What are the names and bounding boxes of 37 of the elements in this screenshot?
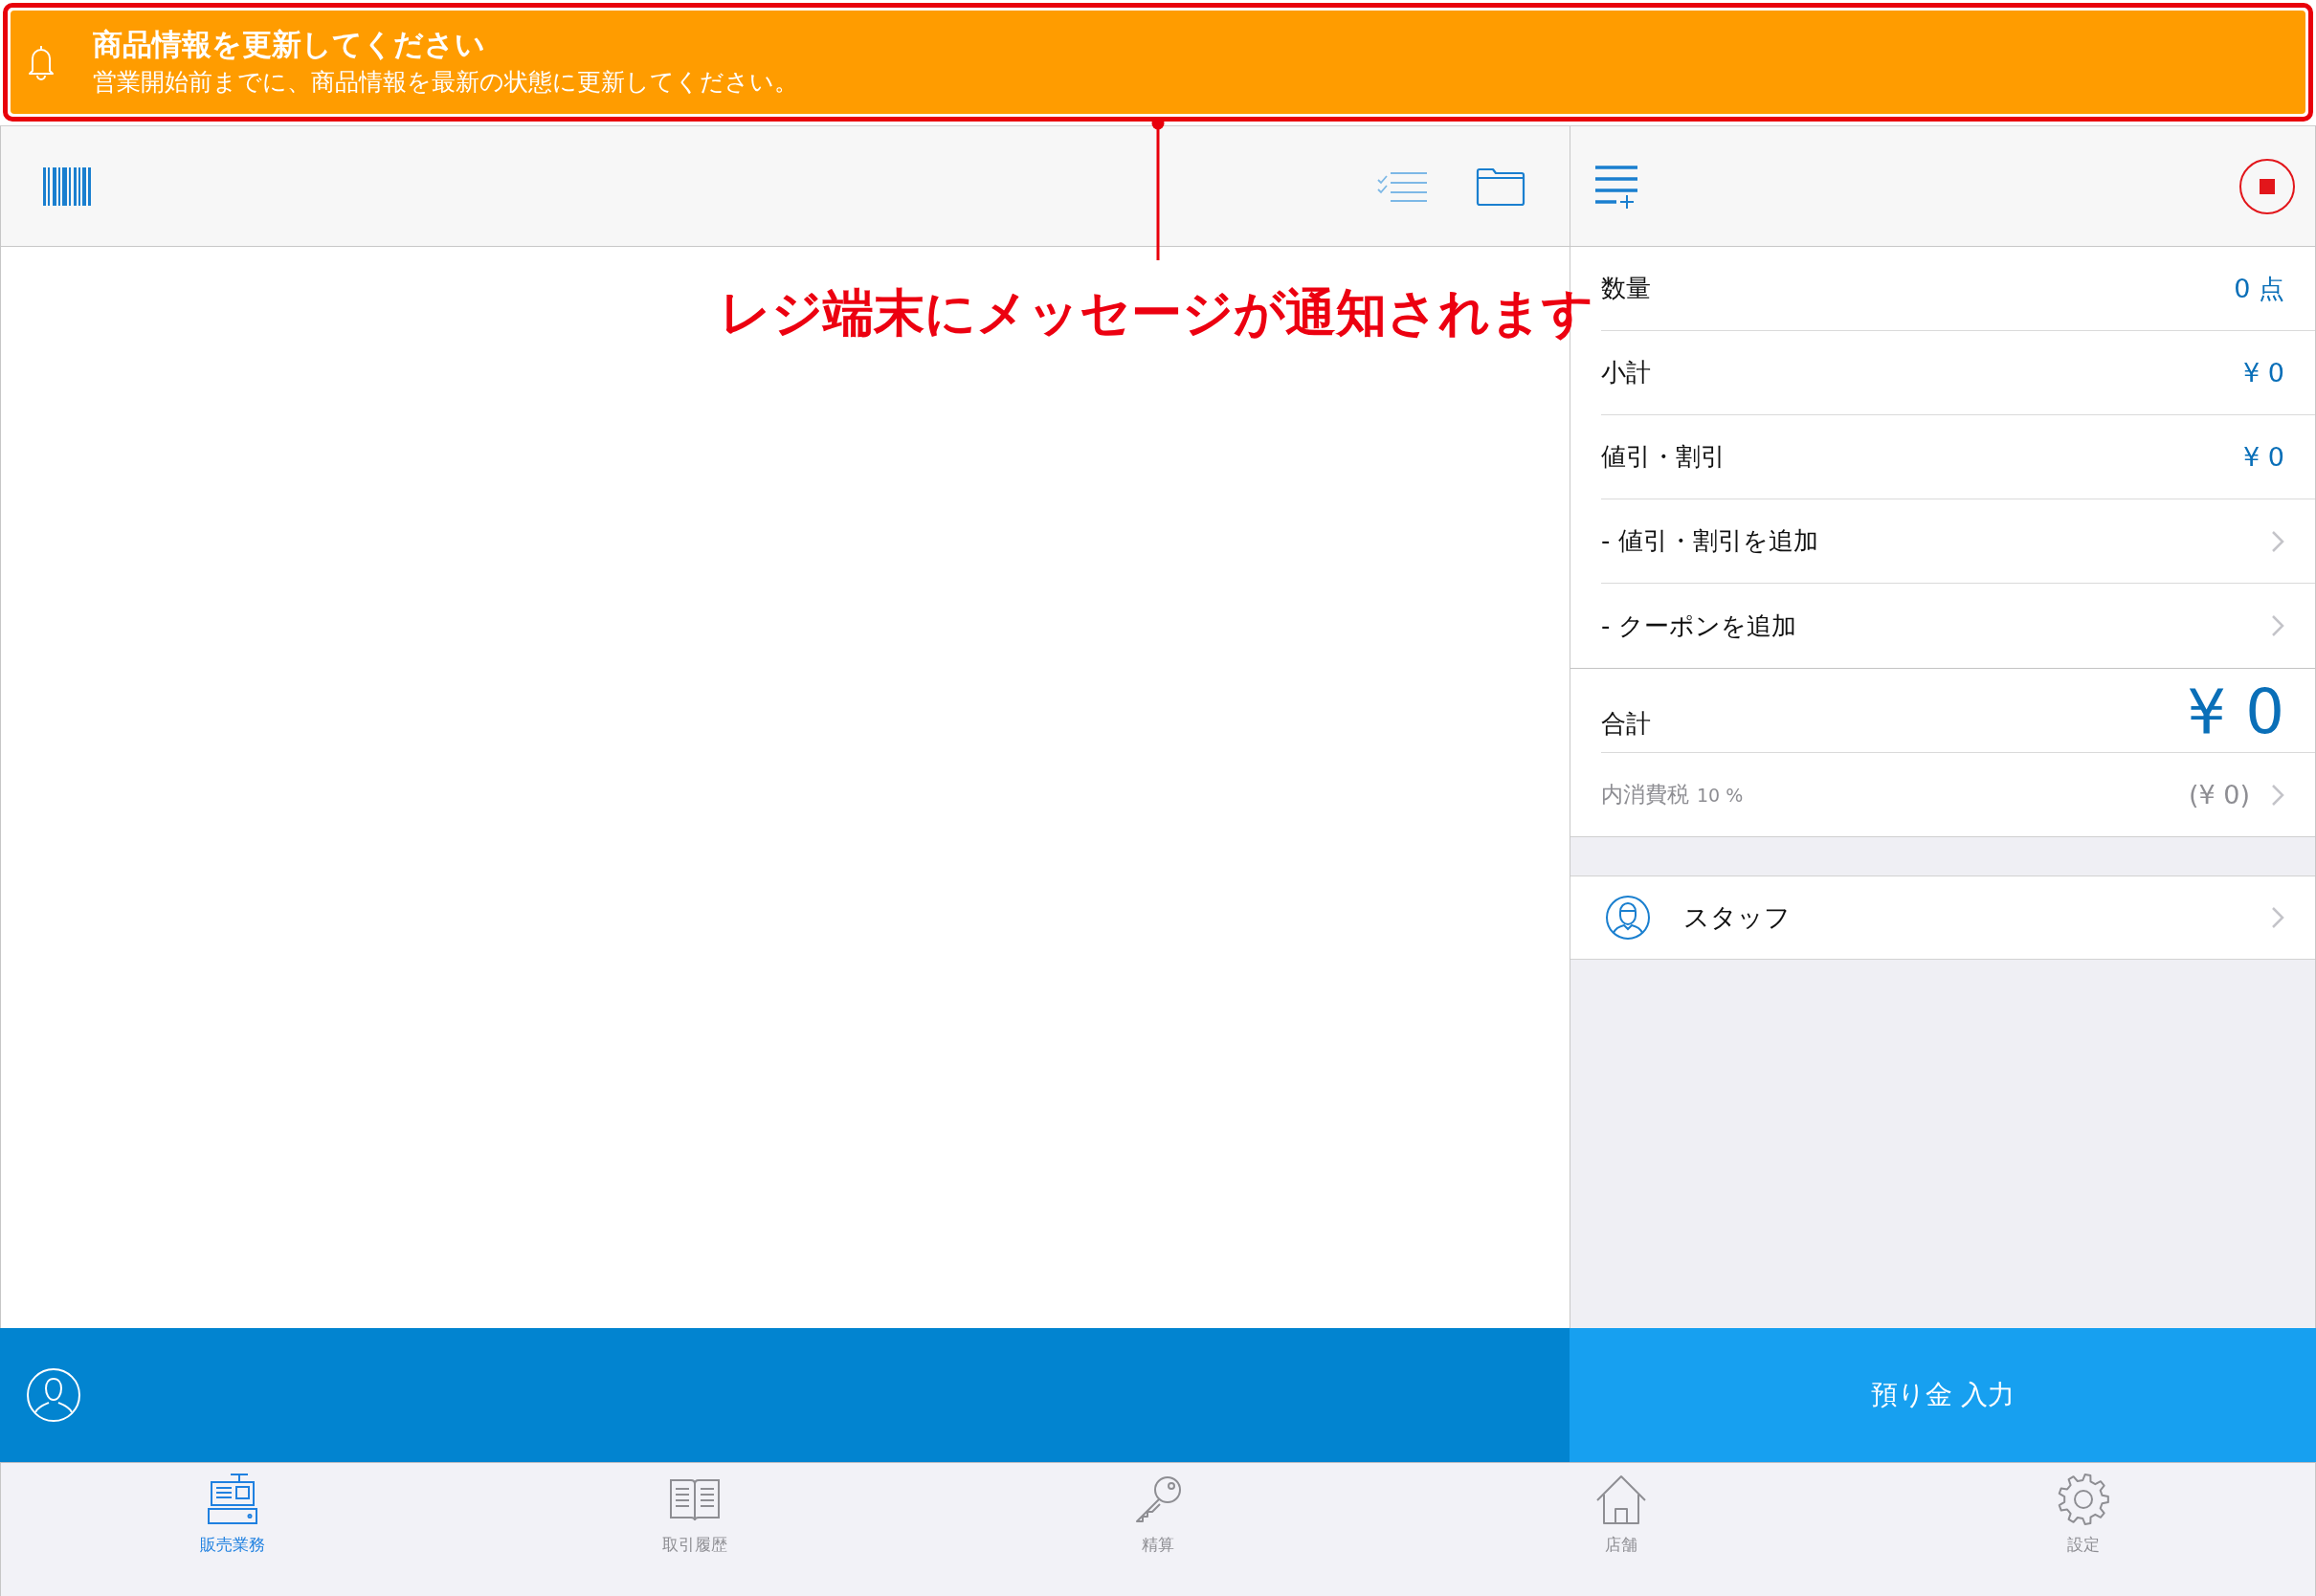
- list-add-icon[interactable]: [1595, 164, 1639, 209]
- notification-banner[interactable]: 商品情報を更新してください 営業開始前までに、商品情報を最新の状態に更新してください。: [11, 11, 2305, 114]
- checklist-icon[interactable]: [1377, 170, 1427, 202]
- list-item[interactable]: - クーポンを追加: [1601, 584, 2315, 668]
- settings-icon: [2057, 1473, 2111, 1526]
- deposit-input-button[interactable]: 預り金 入力: [1570, 1328, 2316, 1462]
- chevron-icon: [2271, 906, 2284, 929]
- list-item[interactable]: - 値引・割引を追加: [1601, 499, 2315, 584]
- row-value: ¥ 0: [2243, 442, 2284, 472]
- notification-title: 商品情報を更新してください: [93, 27, 486, 61]
- barcode-icon[interactable]: [43, 166, 91, 206]
- cash-register-icon: [205, 1473, 259, 1526]
- notification-message: 営業開始前までに、商品情報を最新の状態に更新してください。: [93, 67, 798, 98]
- bell-icon: [28, 44, 55, 80]
- tab[interactable]: 取引履歴: [463, 1463, 927, 1555]
- chevron-icon: [2271, 529, 2284, 553]
- tab[interactable]: 精算: [926, 1463, 1390, 1555]
- tab[interactable]: 販売業務: [1, 1463, 464, 1555]
- tab[interactable]: 店舗: [1389, 1463, 1853, 1555]
- chevron-icon: [2271, 614, 2284, 637]
- tax-label: 内消費税: [1601, 781, 1689, 809]
- row-label: 小計: [1601, 357, 1651, 388]
- row-value: ¥ 0: [2243, 358, 2284, 388]
- callout-text: レジ端末にメッセージが通知されます: [719, 282, 1593, 344]
- row-value: 0 点: [2234, 272, 2284, 305]
- person-icon: [1605, 895, 1651, 941]
- user-icon[interactable]: [26, 1367, 81, 1423]
- total-value: ¥ 0: [2187, 679, 2284, 744]
- total-label: 合計: [1601, 708, 1651, 740]
- tax-value: (¥ 0): [2189, 780, 2250, 809]
- row-label: 値引・割引: [1601, 441, 1726, 473]
- tab[interactable]: 設定: [1852, 1463, 2315, 1555]
- row-label: 数量: [1601, 273, 1651, 304]
- stop-button-icon[interactable]: [2238, 157, 2296, 215]
- tax-rate: 10 %: [1697, 784, 1744, 806]
- staff-row[interactable]: スタッフ: [1570, 876, 2315, 960]
- folder-icon[interactable]: [1476, 166, 1525, 207]
